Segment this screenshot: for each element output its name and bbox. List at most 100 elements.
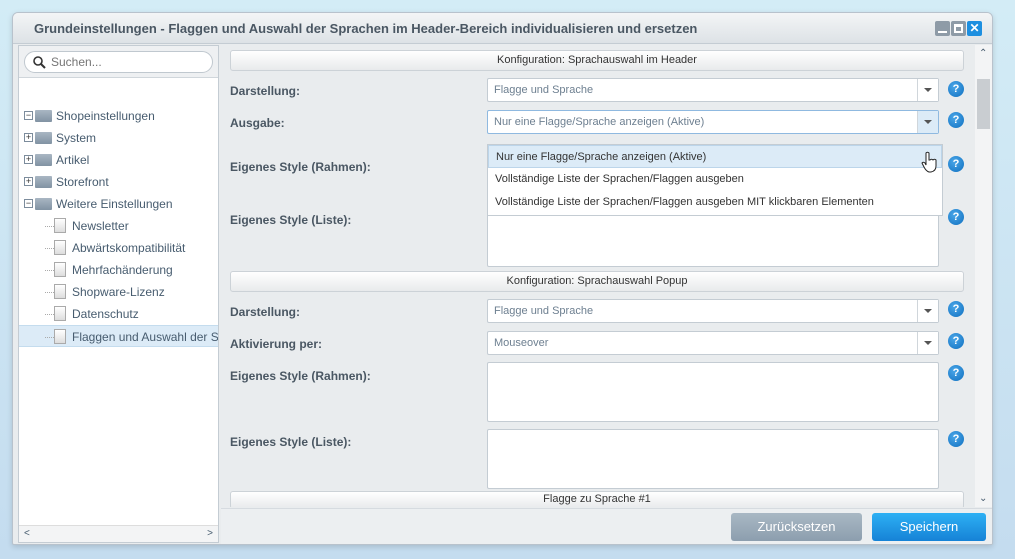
tree-item[interactable]: + Storefront <box>19 171 218 193</box>
minimize-button[interactable] <box>935 21 950 36</box>
scroll-up-icon[interactable]: ⌃ <box>979 48 987 59</box>
collapse-icon[interactable]: − <box>24 111 33 120</box>
settings-window: Grundeinstellungen - Flaggen und Auswahl… <box>12 12 993 545</box>
tree-item[interactable]: Abwärtskompatibilität <box>19 237 218 259</box>
collapse-icon[interactable]: − <box>24 199 33 208</box>
tree-item[interactable]: Mehrfachänderung <box>19 259 218 281</box>
dropdown-option[interactable]: Vollständige Liste der Sprachen/Flaggen … <box>488 191 942 214</box>
popup-style-liste-textarea[interactable] <box>487 429 939 489</box>
maximize-button[interactable] <box>951 21 966 36</box>
folder-icon <box>35 154 52 166</box>
tree-item[interactable]: − Weitere Einstellungen <box>19 193 218 215</box>
close-button[interactable]: ✕ <box>967 21 982 36</box>
section-header: Flagge zu Sprache #1 <box>230 491 964 507</box>
minimize-icon <box>938 31 947 33</box>
expand-icon[interactable]: + <box>24 155 33 164</box>
help-icon[interactable]: ? <box>948 209 964 225</box>
style-rahmen-label: Eigenes Style (Rahmen): <box>230 160 371 174</box>
search-icon <box>33 56 46 69</box>
help-icon[interactable]: ? <box>948 301 964 317</box>
tree-item[interactable]: − Shopeinstellungen <box>19 105 218 127</box>
help-icon[interactable]: ? <box>948 333 964 349</box>
window-title: Grundeinstellungen - Flaggen und Auswahl… <box>34 21 698 36</box>
tree-item[interactable]: Newsletter <box>19 215 218 237</box>
scroll-left-icon[interactable]: < <box>24 528 30 539</box>
expand-icon[interactable]: + <box>24 177 33 186</box>
aktivierung-value: Mouseover <box>494 337 549 349</box>
scrollbar-thumb[interactable] <box>977 79 990 129</box>
button-bar: Zurücksetzen Speichern <box>221 508 992 544</box>
dropdown-option[interactable]: Nur eine Flagge/Sprache anzeigen (Aktive… <box>488 145 942 168</box>
expand-icon[interactable]: + <box>24 133 33 142</box>
tree-line <box>45 226 54 227</box>
tree-line <box>45 270 54 271</box>
help-icon[interactable]: ? <box>948 81 964 97</box>
section-header: Konfiguration: Sprachauswahl Popup <box>230 271 964 292</box>
folder-icon <box>35 132 52 144</box>
help-icon[interactable]: ? <box>948 365 964 381</box>
popup-darstellung-select[interactable]: Flagge und Sprache <box>487 299 939 323</box>
chevron-down-icon[interactable] <box>917 300 938 322</box>
aktivierung-label: Aktivierung per: <box>230 337 323 351</box>
help-icon[interactable]: ? <box>948 112 964 128</box>
tree-item-label: Datenschutz <box>72 307 139 321</box>
search-field[interactable] <box>24 51 213 73</box>
title-bar[interactable]: Grundeinstellungen - Flaggen und Auswahl… <box>13 13 992 44</box>
horizontal-scrollbar[interactable]: < > <box>19 525 218 542</box>
style-liste-textarea[interactable] <box>487 207 939 267</box>
section-header: Konfiguration: Sprachauswahl im Header <box>230 50 964 71</box>
page-icon <box>54 284 66 299</box>
tree-item-label: Shopeinstellungen <box>56 109 155 123</box>
help-icon[interactable]: ? <box>948 156 964 172</box>
tree-item[interactable]: Flaggen und Auswahl der Sprachen im Head… <box>19 325 218 347</box>
page-icon <box>54 218 66 233</box>
popup-style-rahmen-textarea[interactable] <box>487 362 939 422</box>
page-icon <box>54 240 66 255</box>
search-bar <box>19 46 218 78</box>
tree-item-label: Storefront <box>56 175 109 189</box>
style-liste-label: Eigenes Style (Liste): <box>230 213 352 227</box>
tree-item-label: Abwärtskompatibilität <box>72 241 186 255</box>
page-icon <box>54 262 66 277</box>
folder-icon <box>35 110 52 122</box>
search-input[interactable] <box>51 55 201 69</box>
vertical-scrollbar[interactable]: ⌃ ⌄ <box>975 45 992 507</box>
tree-item[interactable]: Datenschutz <box>19 303 218 325</box>
tree-item-label: Shopware-Lizenz <box>72 285 165 299</box>
dropdown-option[interactable]: Vollständige Liste der Sprachen/Flaggen … <box>488 168 942 191</box>
page-icon <box>54 306 66 321</box>
tree-item[interactable]: Shopware-Lizenz <box>19 281 218 303</box>
folder-icon <box>35 176 52 188</box>
hand-cursor-icon <box>921 151 937 173</box>
tree-item[interactable]: + Artikel <box>19 149 218 171</box>
tree-item-label: Flaggen und Auswahl der Sprachen im Head… <box>72 330 218 344</box>
save-button[interactable]: Speichern <box>872 513 986 541</box>
ausgabe-select[interactable]: Nur eine Flagge/Sprache anzeigen (Aktive… <box>487 110 939 134</box>
darstellung-value: Flagge und Sprache <box>494 84 594 96</box>
settings-tree-panel: − Shopeinstellungen + System + Artikel + Storef… <box>18 45 219 543</box>
scroll-right-icon[interactable]: > <box>207 528 213 539</box>
style-liste-label: Eigenes Style (Liste): <box>230 435 352 449</box>
darstellung-select[interactable]: Flagge und Sprache <box>487 78 939 102</box>
aktivierung-select[interactable]: Mouseover <box>487 331 939 355</box>
folder-icon <box>35 198 52 210</box>
ausgabe-label: Ausgabe: <box>230 116 285 130</box>
chevron-down-icon[interactable] <box>917 332 938 354</box>
reset-button[interactable]: Zurücksetzen <box>731 513 862 541</box>
ausgabe-value: Nur eine Flagge/Sprache anzeigen (Aktive… <box>494 116 705 128</box>
tree-line <box>45 314 54 315</box>
chevron-down-icon[interactable] <box>917 79 938 101</box>
page-icon <box>54 329 66 344</box>
chevron-down-icon[interactable] <box>917 111 938 133</box>
darstellung-label: Darstellung: <box>230 84 301 98</box>
help-icon[interactable]: ? <box>948 431 964 447</box>
tree-item-label: Weitere Einstellungen <box>56 197 173 211</box>
close-icon: ✕ <box>969 21 980 35</box>
ausgabe-dropdown-list: Nur eine Flagge/Sprache anzeigen (Aktive… <box>487 144 943 216</box>
maximize-icon <box>954 24 963 33</box>
tree-item-label: Artikel <box>56 153 90 167</box>
scroll-down-icon[interactable]: ⌄ <box>979 493 987 504</box>
tree-line <box>45 292 54 293</box>
tree-item[interactable]: + System <box>19 127 218 149</box>
tree-line <box>45 337 54 338</box>
